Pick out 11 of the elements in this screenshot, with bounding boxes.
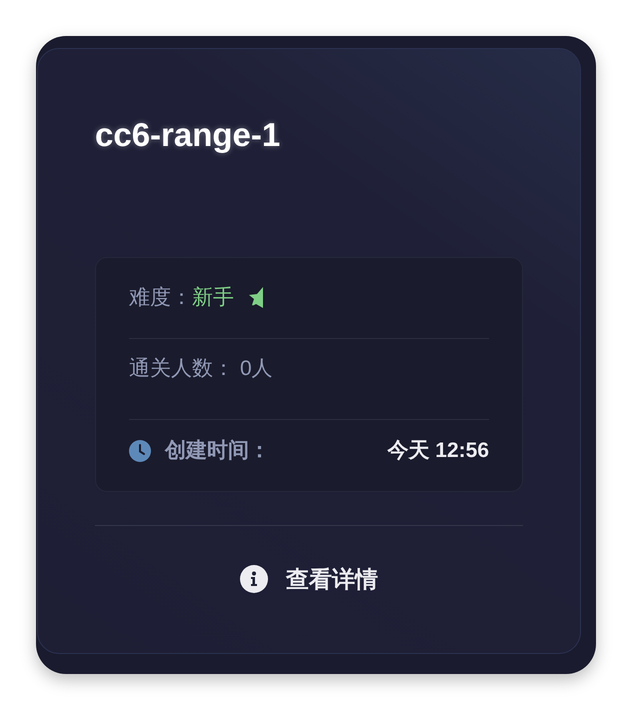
half-star-icon (248, 287, 264, 309)
stat-label: 通关人数： (129, 356, 234, 382)
card-title: cc6-range-1 (95, 115, 282, 155)
stat-value: 0人 (240, 356, 273, 382)
clock-icon (129, 440, 151, 462)
view-details-button[interactable]: 查看详情 (224, 555, 394, 603)
created-time: 今天 12:56 (387, 438, 489, 464)
stat-label: 创建时间： (165, 438, 270, 464)
difficulty-value: 新手 (192, 285, 234, 311)
stat-label: 难度： (129, 285, 192, 311)
info-icon (240, 565, 268, 593)
